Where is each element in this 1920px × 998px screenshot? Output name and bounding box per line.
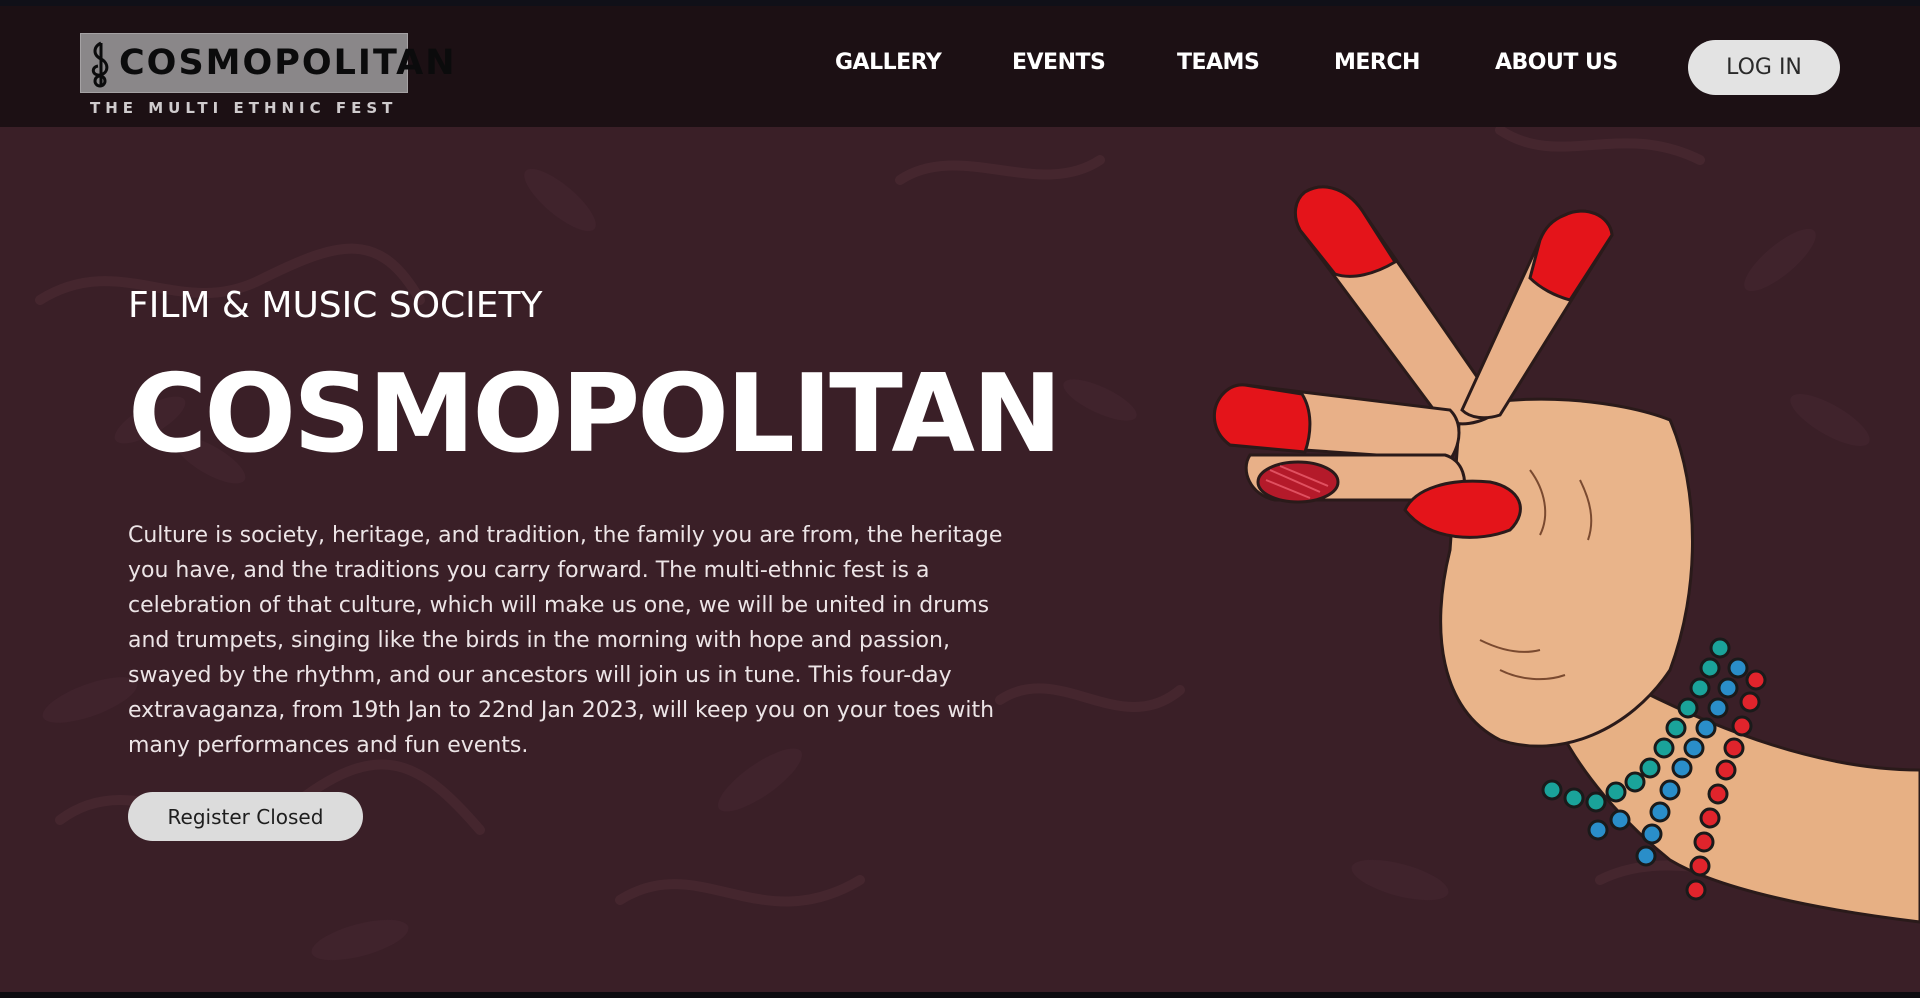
mudra-hand-illustration (1213, 185, 1920, 924)
logo-box: COSMOPOLITAN (80, 33, 455, 93)
window-top-strip (0, 0, 1920, 6)
logo-wordmark: COSMOPOLITAN (119, 43, 457, 83)
hero-subtitle: FILM & MUSIC SOCIETY (128, 285, 543, 326)
nav-merch[interactable]: MERCH (1334, 50, 1420, 75)
hero-description: Culture is society, heritage, and tradit… (128, 523, 1003, 758)
navbar: COSMOPOLITAN THE MULTI ETHNIC FEST GALLE… (0, 0, 1920, 127)
nav-about-us[interactable]: ABOUT US (1495, 50, 1618, 75)
hero-title: COSMOPOLITAN (128, 352, 1062, 477)
nav-teams[interactable]: TEAMS (1177, 50, 1260, 75)
treble-clef-icon (91, 41, 109, 88)
nav-events[interactable]: EVENTS (1012, 50, 1106, 75)
logo-tagline: THE MULTI ETHNIC FEST (90, 99, 398, 117)
register-button[interactable]: Register Closed (128, 792, 363, 841)
login-button[interactable]: LOG IN (1688, 40, 1840, 95)
nav-gallery[interactable]: GALLERY (835, 50, 942, 75)
logo[interactable]: COSMOPOLITAN THE MULTI ETHNIC FEST (80, 33, 455, 119)
window-bottom-strip (0, 992, 1920, 998)
